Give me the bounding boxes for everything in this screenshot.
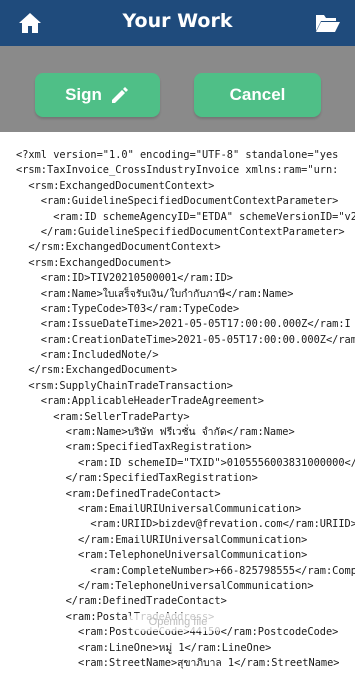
cancel-button-label: Cancel (229, 85, 286, 104)
sign-button-label: Sign (65, 85, 102, 104)
page-title: Your Work (122, 10, 233, 32)
xml-line: <ram:Name>บริษัท ฟรีเวชั่น จำกัด</ram:Na… (16, 426, 295, 439)
xml-line: </ram:SpecifiedTaxRegistration> (16, 472, 258, 485)
xml-line: </ram:TelephoneUniversalCommunication> (16, 579, 314, 592)
xml-line: <ram:TypeCode>T03</ram:TypeCode> (16, 302, 240, 315)
xml-line: <ram:ID>TIV20210500001</ram:ID> (16, 272, 233, 285)
xml-line: <ram:EmailURIUniversalCommunication> (16, 502, 302, 515)
xml-line: <ram:IssueDateTime>2021-05-05T17:00:00.0… (16, 318, 351, 331)
xml-line: <ram:StreetName>สุขาภิบาล 1</ram:StreetN… (16, 656, 340, 669)
xml-line: <?xml version="1.0" encoding="UTF-8" sta… (16, 149, 339, 161)
xml-line: <ram:CreationDateTime>2021-05-05T17:00:0… (16, 333, 355, 346)
xml-line: <ram:DefinedTradeContact> (16, 487, 221, 500)
xml-line: <ram:TelephoneUniversalCommunication> (16, 549, 308, 562)
xml-line: </ram:DefinedTradeContact> (16, 595, 227, 608)
xml-line: </ram:GuidelineSpecifiedDocumentContextP… (16, 225, 345, 238)
xml-line: <ram:GuidelineSpecifiedDocumentContextPa… (16, 195, 339, 208)
xml-viewer[interactable]: <?xml version="1.0" encoding="UTF-8" sta… (0, 132, 355, 684)
xml-line: <ram:ID schemeID="TXID">0105556003831000… (16, 456, 355, 469)
xml-line: <ram:ApplicableHeaderTradeAgreement> (16, 395, 264, 408)
xml-line: <ram:SellerTradeParty> (16, 410, 190, 423)
xml-line: <rsm:ExchangedDocument> (16, 256, 171, 269)
xml-line: </rsm:ExchangedDocumentContext> (16, 241, 221, 254)
pencil-icon (110, 85, 130, 105)
xml-line: <ram:CompleteNumber>+66-825798555</ram:C… (16, 564, 355, 577)
folder-open-icon[interactable] (315, 11, 341, 35)
xml-line: <ram:SpecifiedTaxRegistration> (16, 441, 252, 454)
app-header: Your Work (0, 0, 355, 46)
sign-button[interactable]: Sign (35, 73, 160, 117)
xml-line: <ram:Name>ใบเสร็จรับเงิน/ใบกำกับภาษี</ra… (16, 287, 294, 300)
xml-line: </rsm:ExchangedDocument> (16, 364, 178, 377)
cancel-button[interactable]: Cancel (194, 73, 321, 117)
xml-line: <rsm:SupplyChainTradeTransaction> (16, 379, 233, 392)
xml-line: <ram:ID schemeAgencyID="ETDA" schemeVers… (16, 210, 355, 223)
xml-line: <rsm:TaxInvoice_CrossIndustryInvoice xml… (16, 164, 339, 177)
xml-content: <?xml version="1.0" encoding="UTF-8" sta… (16, 148, 355, 671)
xml-line: </ram:EmailURIUniversalCommunication> (16, 533, 308, 546)
xml-line: <ram:LineOne>หมู่ 1</ram:LineOne> (16, 641, 272, 654)
xml-line: <ram:URIID>bizdev@frevation.com</ram:URI… (16, 518, 355, 531)
xml-line: <ram:IncludedNote/> (16, 349, 159, 362)
toast-message: Opening file (128, 613, 228, 631)
action-bar: Sign Cancel (0, 46, 355, 132)
xml-line: <rsm:ExchangedDocumentContext> (16, 179, 215, 192)
